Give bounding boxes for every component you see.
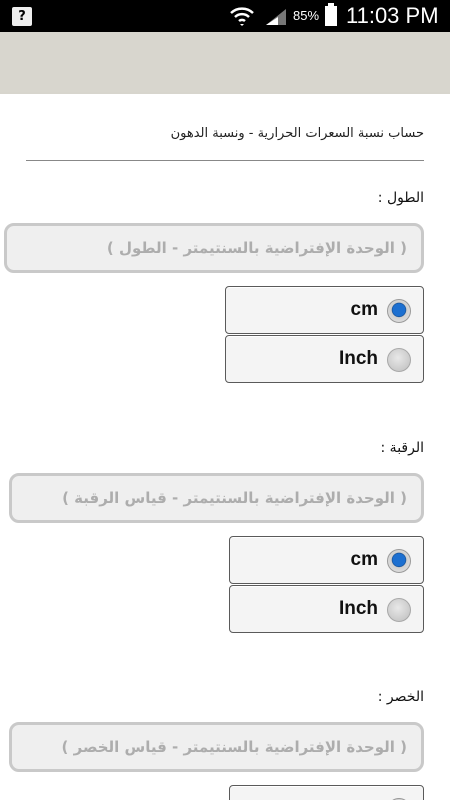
neck-unit-cm-option[interactable]: cm [229,536,424,584]
action-bar [0,32,450,92]
radio-label: Inch [338,598,378,619]
battery-icon [325,3,337,26]
clock-time: 11:03 PM [346,3,439,28]
radio-selected-icon[interactable] [387,549,411,573]
radio-label: cm [350,549,378,570]
radio-label: cm [350,299,378,320]
height-unit-inch-option[interactable]: Inch [225,335,424,383]
radio-unselected-icon[interactable] [387,598,411,622]
radio-unselected-icon[interactable] [387,348,411,372]
neck-label: الرقبة : [380,440,424,456]
radio-label: Inch [338,348,378,369]
height-input-field[interactable] [4,223,424,273]
radio-selected-icon[interactable] [387,299,411,323]
height-label: الطول : [377,190,424,206]
waist-label: الخصر : [377,689,424,705]
neck-input-field[interactable] [9,473,424,523]
waist-unit-cm-option[interactable]: cm [229,785,424,800]
help-notification-icon: ? [12,7,32,26]
main-content[interactable]: حساب نسبة السعرات الحرارية - ونسبة الدهو… [0,94,450,800]
status-bar: ? 85% 11:03 PM [0,0,450,32]
title-divider [26,160,424,161]
battery-percent: 85% [293,8,320,23]
height-unit-cm-option[interactable]: cm [225,286,424,334]
neck-unit-inch-option[interactable]: Inch [229,585,424,633]
height-input[interactable] [7,226,421,270]
cell-signal-icon [266,9,286,25]
waist-input-field[interactable] [9,722,424,772]
waist-input[interactable] [12,725,421,769]
neck-input[interactable] [12,476,421,520]
wifi-icon [230,7,254,26]
page-title: حساب نسبة السعرات الحرارية - ونسبة الدهو… [170,126,424,141]
